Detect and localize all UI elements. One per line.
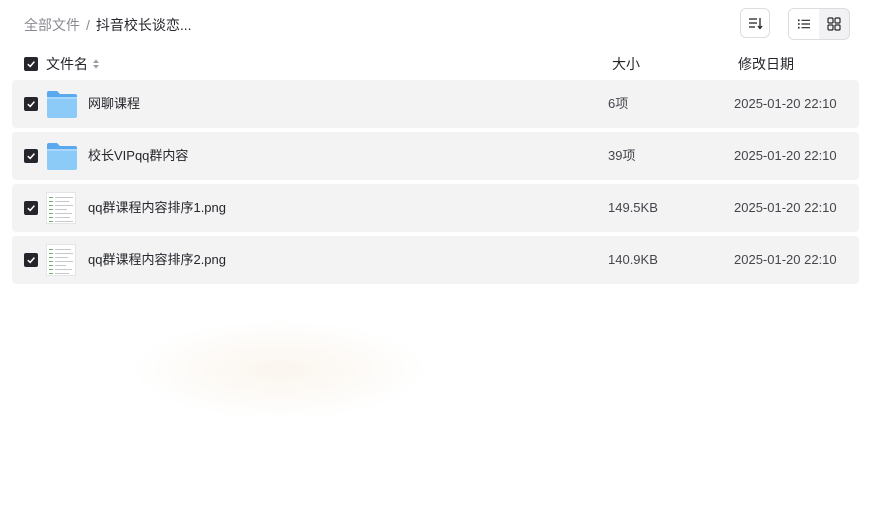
file-name[interactable]: qq群课程内容排序2.png [88, 251, 226, 269]
breadcrumb-root-link[interactable]: 全部文件 [24, 16, 80, 34]
check-icon [27, 257, 35, 264]
file-date: 2025-01-20 22:10 [734, 200, 837, 215]
file-date: 2025-01-20 22:10 [734, 148, 837, 163]
image-thumbnail-icon [46, 244, 78, 276]
sort-toggle-icon [93, 59, 99, 69]
row-checkbox[interactable] [24, 97, 38, 111]
sort-button[interactable] [740, 8, 770, 38]
file-name[interactable]: 校长VIPqq群内容 [88, 147, 188, 165]
column-header-date[interactable]: 修改日期 [738, 52, 794, 76]
row-checkbox[interactable] [24, 253, 38, 267]
column-header-size[interactable]: 大小 [612, 52, 640, 76]
file-name[interactable]: qq群课程内容排序1.png [88, 199, 226, 217]
image-thumbnail-icon [46, 192, 78, 224]
file-size: 39项 [608, 148, 636, 163]
file-row[interactable]: 网聊课程 6项 2025-01-20 22:10 [12, 80, 859, 128]
file-row[interactable]: 校长VIPqq群内容 39项 2025-01-20 22:10 [12, 132, 859, 180]
select-all-checkbox[interactable] [24, 57, 38, 71]
grid-view-button[interactable] [819, 9, 849, 39]
breadcrumb-separator: / [86, 17, 90, 33]
view-toggle [788, 8, 850, 40]
list-header: 文件名 大小 修改日期 [0, 52, 874, 76]
folder-icon [46, 89, 78, 119]
breadcrumb-current: 抖音校长谈恋... [95, 17, 192, 33]
file-list: 网聊课程 6项 2025-01-20 22:10 校长VIPqq群内容 39项 … [12, 80, 859, 288]
file-row[interactable]: qq群课程内容排序1.png 149.5KB 2025-01-20 22:10 [12, 184, 859, 232]
sort-icon [749, 18, 763, 30]
file-size: 140.9KB [608, 252, 658, 267]
row-checkbox[interactable] [24, 201, 38, 215]
check-icon [27, 101, 35, 108]
list-view-button[interactable] [789, 9, 819, 39]
column-header-name[interactable]: 文件名 [46, 52, 101, 76]
breadcrumb: 全部文件 / 抖音校长谈恋... [24, 16, 192, 34]
file-size: 6项 [608, 96, 629, 111]
check-icon [27, 153, 35, 160]
check-icon [27, 61, 35, 68]
file-date: 2025-01-20 22:10 [734, 252, 837, 267]
file-row[interactable]: qq群课程内容排序2.png 140.9KB 2025-01-20 22:10 [12, 236, 859, 284]
check-icon [27, 205, 35, 212]
file-name[interactable]: 网聊课程 [88, 95, 140, 113]
top-bar: 全部文件 / 抖音校长谈恋... [0, 0, 874, 48]
list-view-icon [798, 19, 810, 29]
file-size: 149.5KB [608, 200, 658, 215]
grid-view-icon [827, 17, 841, 31]
file-date: 2025-01-20 22:10 [734, 96, 837, 111]
row-checkbox[interactable] [24, 149, 38, 163]
folder-icon [46, 141, 78, 171]
empty-area-glow [130, 320, 430, 420]
column-header-name-label: 文件名 [46, 56, 88, 72]
